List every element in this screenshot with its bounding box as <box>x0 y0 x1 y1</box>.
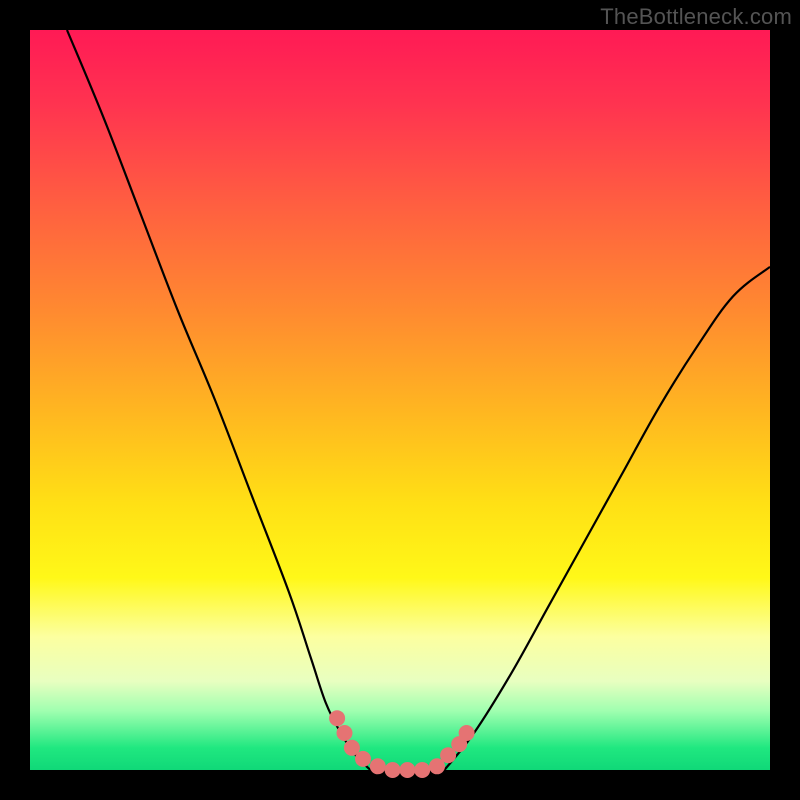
bottleneck-curve-svg <box>30 30 770 770</box>
valley-marker <box>337 725 353 741</box>
valley-marker <box>329 710 345 726</box>
valley-marker <box>414 762 430 778</box>
watermark-text: TheBottleneck.com <box>600 4 792 30</box>
valley-marker <box>355 751 371 767</box>
chart-frame: TheBottleneck.com <box>0 0 800 800</box>
curve-right-branch <box>444 267 770 770</box>
curve-left-branch <box>67 30 370 770</box>
plot-area <box>30 30 770 770</box>
valley-markers <box>329 710 475 778</box>
valley-marker <box>385 762 401 778</box>
valley-marker <box>399 762 415 778</box>
valley-marker <box>370 758 386 774</box>
valley-marker <box>459 725 475 741</box>
